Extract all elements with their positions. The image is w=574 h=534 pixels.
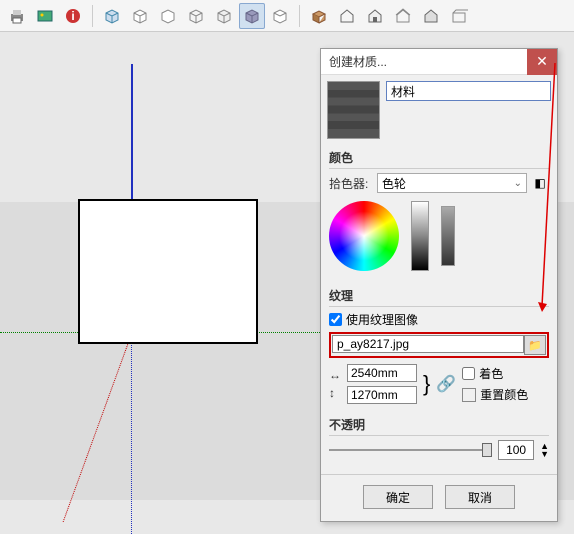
tool-print-icon[interactable] (4, 3, 30, 29)
opacity-slider[interactable] (329, 443, 492, 457)
opacity-section-label: 不透明 (329, 416, 549, 436)
colorize-checkbox[interactable]: 着色 (462, 365, 528, 382)
brightness-slider[interactable] (411, 201, 429, 271)
texture-file-input[interactable] (332, 335, 524, 353)
alpha-preview (441, 206, 455, 266)
color-section-label: 颜色 (329, 149, 549, 169)
link-icon[interactable]: 🔗 (436, 374, 456, 394)
create-material-dialog: 创建材质... ✕ 颜色 拾色器: 色轮 ⌄ ◧ 纹理 使用纹理图像 (320, 48, 558, 522)
tool-cube7-icon[interactable] (267, 3, 293, 29)
tool-box2-icon[interactable] (446, 3, 472, 29)
tool-cube5-icon[interactable] (211, 3, 237, 29)
tool-cube3-icon[interactable] (155, 3, 181, 29)
dialog-titlebar[interactable]: 创建材质... ✕ (321, 49, 557, 75)
axis-blue-neg (131, 334, 132, 534)
material-name-input[interactable] (386, 81, 551, 101)
tool-cube1-icon[interactable] (99, 3, 125, 29)
bracket-icon: } (423, 371, 430, 397)
width-arrow-icon: ↔ (329, 368, 341, 382)
picker-label: 拾色器: (329, 175, 373, 192)
use-texture-check-input[interactable] (329, 313, 342, 326)
dialog-title-text: 创建材质... (329, 53, 527, 70)
tool-box-icon[interactable] (306, 3, 332, 29)
opacity-thumb[interactable] (482, 443, 492, 457)
close-button[interactable]: ✕ (527, 49, 557, 75)
texture-section-label: 纹理 (329, 287, 549, 307)
browse-button[interactable]: 📁 (524, 335, 546, 355)
model-face[interactable] (78, 199, 258, 344)
tool-house4-icon[interactable] (418, 3, 444, 29)
opacity-spinner[interactable]: ▲▼ (540, 442, 549, 458)
tool-cube2-icon[interactable] (127, 3, 153, 29)
use-texture-label: 使用纹理图像 (346, 311, 418, 328)
tool-cube4-icon[interactable] (183, 3, 209, 29)
opacity-input[interactable] (498, 440, 534, 460)
material-preview (327, 81, 380, 139)
texture-width-input[interactable] (347, 364, 417, 382)
tool-house3-icon[interactable] (390, 3, 416, 29)
texture-file-row: 📁 (329, 332, 549, 358)
texture-height-input[interactable] (347, 386, 417, 404)
tool-help-icon[interactable]: i (60, 3, 86, 29)
color-wheel[interactable] (329, 201, 399, 271)
cancel-button[interactable]: 取消 (445, 485, 515, 509)
tool-house2-icon[interactable] (362, 3, 388, 29)
chevron-down-icon: ⌄ (514, 178, 522, 189)
tool-cube6-icon[interactable] (239, 3, 265, 29)
main-toolbar: i (0, 0, 574, 32)
height-arrow-icon: ↕ (329, 386, 341, 400)
picker-select[interactable]: 色轮 ⌄ (377, 173, 527, 193)
svg-text:i: i (71, 9, 74, 23)
eyedrop-icon[interactable]: ◧ (531, 176, 549, 190)
tool-house1-icon[interactable] (334, 3, 360, 29)
use-texture-checkbox[interactable]: 使用纹理图像 (329, 311, 549, 328)
reset-color-button[interactable]: 重置颜色 (462, 386, 528, 403)
tool-scene-icon[interactable] (32, 3, 58, 29)
picker-value: 色轮 (382, 175, 406, 192)
ok-button[interactable]: 确定 (363, 485, 433, 509)
